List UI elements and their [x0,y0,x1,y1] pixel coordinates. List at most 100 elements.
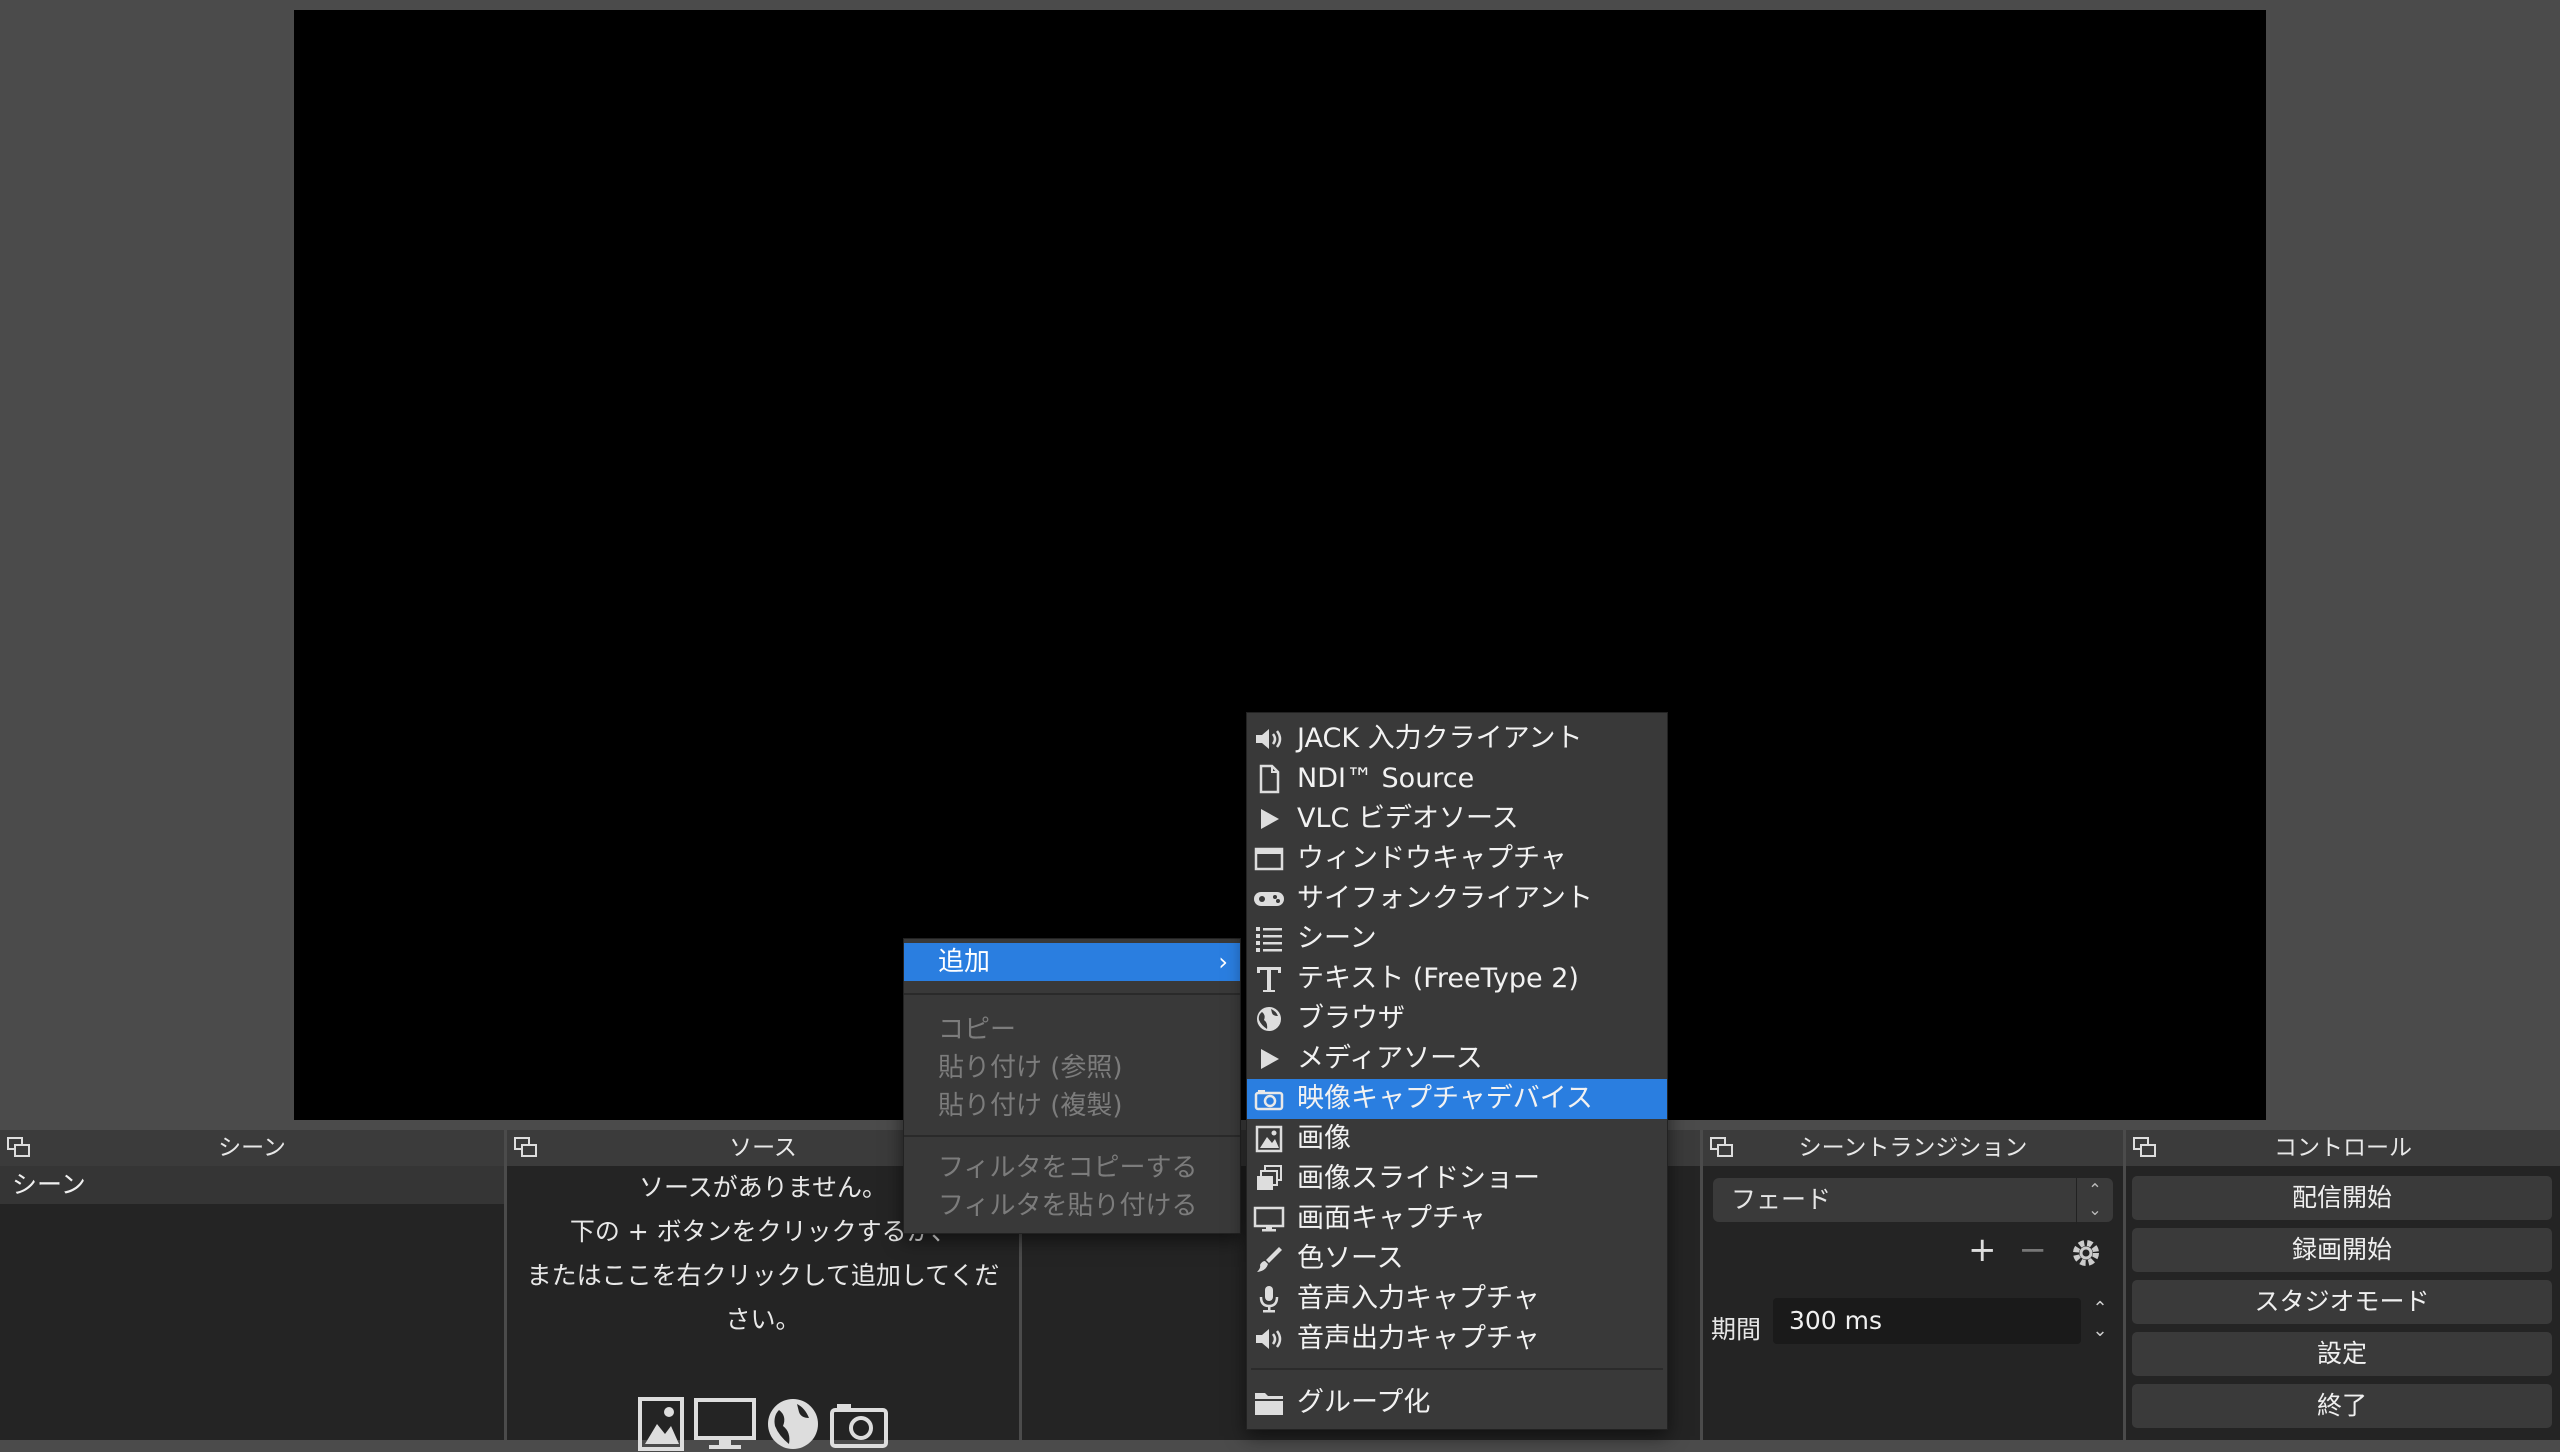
speaker-icon [1256,729,1282,749]
submenu-item-image-slideshow[interactable]: 画像スライドショー [1247,1159,1667,1199]
submenu-item-label: ウィンドウキャプチャ [1297,843,1567,874]
slideshow-icon [1257,1165,1282,1190]
chevron-right-icon: › [1218,948,1228,976]
transition-select[interactable]: フェード ⌃ ⌄ [1713,1178,2113,1224]
submenu-item-media-source[interactable]: メディアソース [1247,1039,1667,1079]
menu-separator [1251,1368,1663,1370]
start-recording-button[interactable]: 録画開始 [2132,1228,2552,1272]
globe-icon [1257,1007,1281,1031]
scene-item[interactable]: シーン [0,1166,504,1204]
scenes-list: シーン [0,1166,504,1440]
studio-mode-button[interactable]: スタジオモード [2132,1280,2552,1324]
submenu-item-label: 画像スライドショー [1297,1163,1540,1194]
controls-dock-title: コントロール [2274,1135,2412,1161]
submenu-item-vlc-source[interactable]: VLC ビデオソース [1247,799,1667,839]
camera-icon [1254,1090,1284,1111]
menu-item-add[interactable]: 追加 › [904,943,1240,981]
submenu-item-color-source[interactable]: 色ソース [1247,1239,1667,1279]
gamepad-icon [1254,892,1284,906]
submenu-item-label: シーン [1297,923,1377,954]
submenu-item-label: 画像 [1297,1123,1351,1154]
scenes-dock-header: シーン [0,1130,504,1167]
sources-dock-title: ソース [729,1135,797,1161]
play-icon [1261,809,1279,829]
submenu-item-image[interactable]: 画像 [1247,1119,1667,1159]
submenu-item-ndi-source[interactable]: NDI™ Source [1247,759,1667,799]
submenu-item-text[interactable]: テキスト (FreeType 2) [1247,959,1667,999]
submenu-item-label: ブラウザ [1297,1003,1405,1034]
undock-icon[interactable] [2132,1136,2158,1160]
submenu-item-label: 色ソース [1297,1243,1404,1274]
submenu-item-label: 映像キャプチャデバイス [1297,1083,1593,1114]
undock-icon[interactable] [513,1136,539,1160]
scenes-dock: シーン シーン [0,1130,504,1440]
menu-item-copy: コピー [938,1015,1017,1045]
submenu-item-audio-input-capture[interactable]: 音声入力キャプチャ [1247,1279,1667,1319]
submenu-item-audio-output-capture[interactable]: 音声出力キャプチャ [1247,1319,1667,1359]
duration-stepper[interactable]: ⌃ ⌄ [2085,1298,2115,1344]
submenu-item-window-capture[interactable]: ウィンドウキャプチャ [1247,839,1667,879]
empty-line: さい。 [725,1305,801,1334]
transition-tools: + − [1968,1230,2103,1270]
start-streaming-button[interactable]: 配信開始 [2132,1176,2552,1220]
speaker-icon [1256,1329,1282,1349]
submenu-item-jack-input[interactable]: JACK 入力クライアント [1247,719,1667,759]
globe-icon [768,1399,818,1449]
list-icon [1256,927,1282,952]
transition-selected-label: フェード [1731,1185,1832,1214]
controls-dock: コントロール 配信開始 録画開始 スタジオモード 設定 終了 [2126,1130,2560,1440]
monitor-icon [1253,1206,1285,1232]
file-icon [1259,764,1280,794]
submenu-item-browser[interactable]: ブラウザ [1247,999,1667,1039]
menu-item-paste-reference: 貼り付け (参照) [938,1053,1123,1083]
image-icon [638,1397,684,1451]
remove-icon[interactable]: − [2019,1230,2048,1270]
submenu-item-label: 音声出力キャプチャ [1297,1323,1540,1354]
undock-icon[interactable] [1709,1136,1735,1160]
submenu-item-label: 画面キャプチャ [1297,1203,1486,1234]
updown-chevron-icon: ⌃ ⌄ [2076,1178,2113,1224]
submenu-item-label: JACK 入力クライアント [1297,723,1583,754]
duration-label: 期間 [1711,1315,1762,1344]
play-icon [1261,1049,1279,1069]
submenu-item-label: テキスト (FreeType 2) [1297,963,1579,994]
undock-icon[interactable] [6,1136,32,1160]
image-icon [1255,1125,1283,1153]
submenu-item-syphon-client[interactable]: サイフォンクライアント [1247,879,1667,919]
controls-dock-header: コントロール [2126,1130,2560,1167]
text-icon [1257,967,1281,992]
submenu-item-label: NDI™ Source [1297,763,1475,794]
submenu-item-group[interactable]: グループ化 [1247,1383,1667,1423]
window-icon [1254,847,1284,871]
exit-button[interactable]: 終了 [2132,1384,2552,1428]
brush-icon [1257,1247,1282,1272]
folder-icon [1255,1393,1283,1415]
chevron-up-icon[interactable]: ⌃ [2085,1298,2115,1320]
transitions-body: フェード ⌃ ⌄ + − 期間 300 ms ⌃ ⌄ [1703,1166,2123,1440]
settings-button[interactable]: 設定 [2132,1332,2552,1376]
submenu-item-label: 音声入力キャプチャ [1297,1283,1540,1314]
add-icon[interactable]: + [1968,1230,1997,1270]
gear-icon[interactable] [2069,1236,2103,1270]
chevron-down-icon[interactable]: ⌄ [2085,1320,2115,1342]
menu-item-paste-filters: フィルタを貼り付ける [938,1191,1198,1221]
menu-item-paste-duplicate: 貼り付け (複製) [938,1091,1123,1121]
menu-separator [904,1135,1240,1137]
scenes-dock-title: シーン [218,1135,286,1161]
menu-item-add-label: 追加 [938,947,991,977]
empty-line: またはここを右クリックして追加してくだ [526,1261,1000,1290]
submenu-item-scene[interactable]: シーン [1247,919,1667,959]
submenu-item-label: メディアソース [1297,1043,1483,1074]
context-menu: 追加 › コピー 貼り付け (参照) 貼り付け (複製) フィルタをコピーする … [903,938,1241,1234]
menu-item-copy-filters: フィルタをコピーする [938,1153,1198,1183]
transitions-dock-title: シーントランジション [1798,1135,2028,1161]
camera-icon [830,1404,888,1448]
microphone-icon [1259,1286,1279,1313]
submenu-item-video-capture-device[interactable]: 映像キャプチャデバイス [1247,1079,1667,1119]
scene-transitions-dock: シーントランジション フェード ⌃ ⌄ + − 期間 300 ms ⌃ ⌄ [1703,1130,2123,1440]
add-source-submenu: JACK 入力クライアント NDI™ Source VLC ビデオソース ウィン… [1246,712,1668,1430]
submenu-item-display-capture[interactable]: 画面キャプチャ [1247,1199,1667,1239]
duration-input[interactable]: 300 ms [1773,1298,2081,1344]
submenu-item-label: グループ化 [1297,1387,1431,1418]
transitions-dock-header: シーントランジション [1703,1130,2123,1167]
